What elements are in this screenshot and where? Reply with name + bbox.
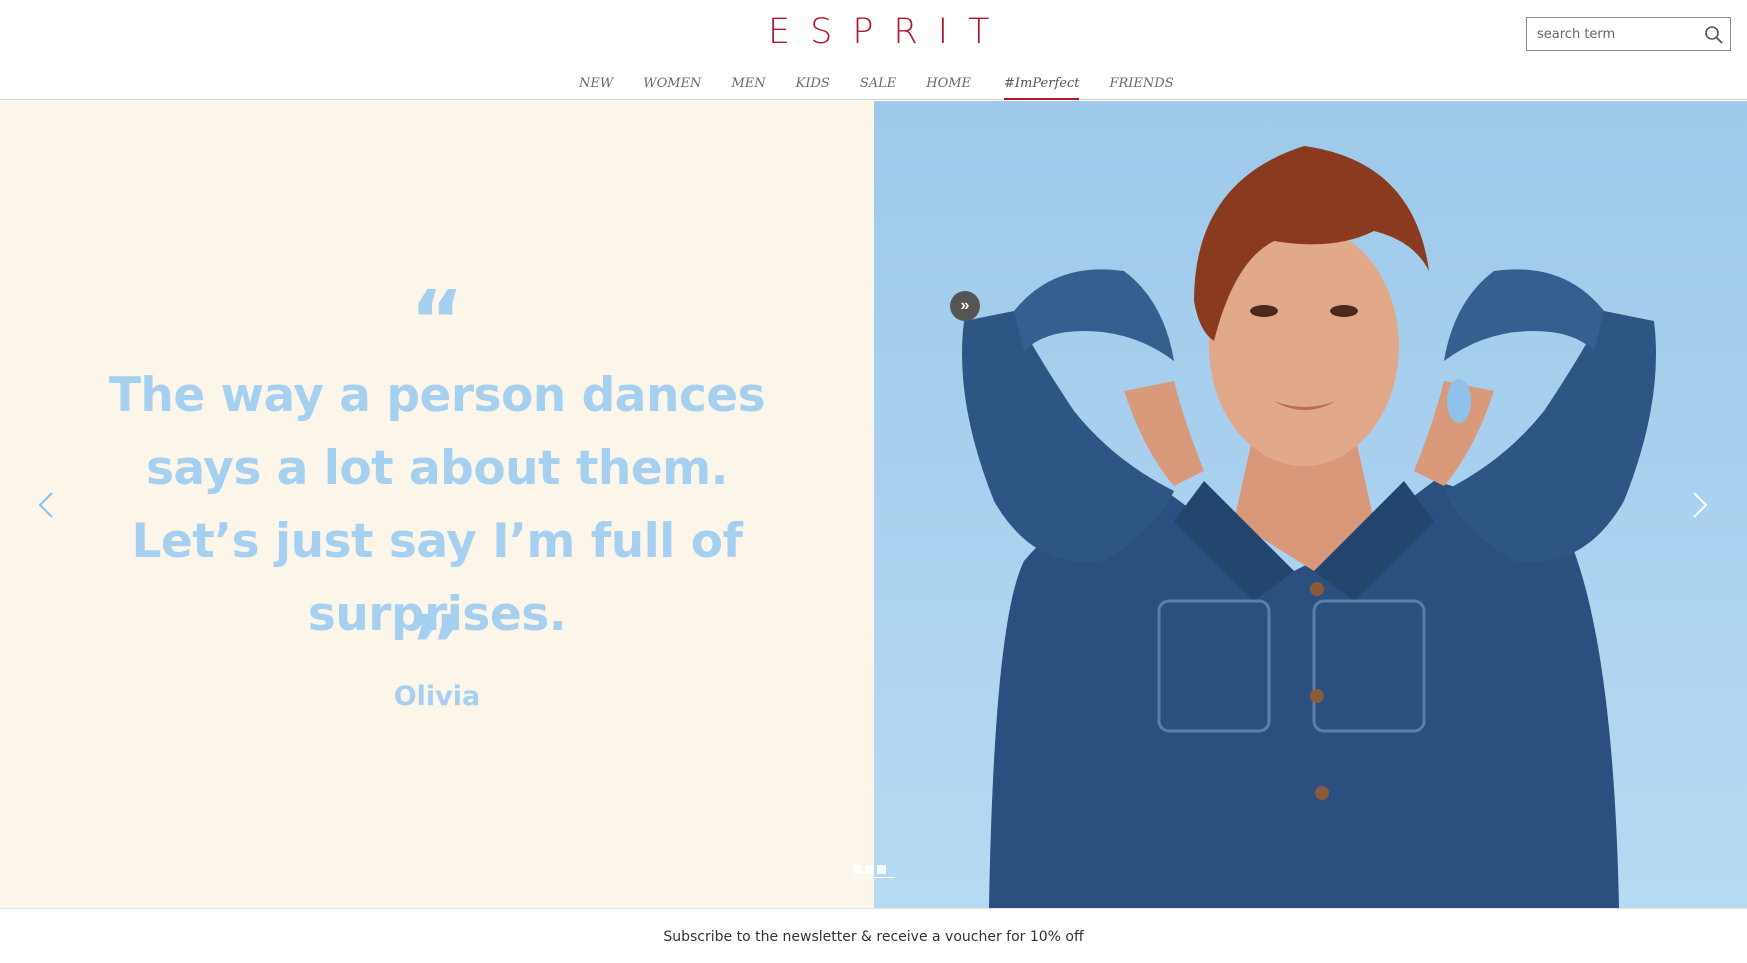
quote-panel: “ The way a person dances says a lot abo… xyxy=(0,101,874,908)
quote-author: Olivia xyxy=(393,681,481,712)
open-quote-mark: “ xyxy=(410,274,464,369)
carousel-prev-button[interactable] xyxy=(32,485,62,525)
nav-item-imperfect[interactable]: #ImPerfect xyxy=(1004,73,1080,100)
hero-carousel: “ The way a person dances says a lot abo… xyxy=(0,101,1747,908)
carousel-next-button[interactable] xyxy=(1684,485,1714,525)
close-quote-mark: ” xyxy=(410,599,464,694)
chevron-left-icon xyxy=(38,492,53,518)
esprit-logo[interactable]: ESPRIT xyxy=(768,12,1009,52)
search-box[interactable] xyxy=(1526,17,1731,51)
carousel-dot-3[interactable] xyxy=(877,865,886,874)
search-input[interactable] xyxy=(1527,18,1702,50)
nav-item-sale[interactable]: SALE xyxy=(860,73,896,100)
nav-item-home[interactable]: HOME xyxy=(926,73,971,100)
nav-item-new[interactable]: NEW xyxy=(579,73,613,100)
play-video-button[interactable]: » xyxy=(950,291,980,321)
nav-item-friends[interactable]: FRIENDS xyxy=(1109,73,1173,100)
carousel-indicator-underline xyxy=(853,877,895,878)
chevron-right-icon xyxy=(1693,492,1708,518)
model-photo xyxy=(962,146,1656,908)
hero-image[interactable] xyxy=(874,101,1747,908)
search-icon[interactable] xyxy=(1704,25,1724,45)
newsletter-link[interactable]: Subscribe to the newsletter & receive a … xyxy=(0,929,1747,945)
nav-item-men[interactable]: MEN xyxy=(731,73,765,100)
carousel-dot-2[interactable] xyxy=(865,865,874,874)
nav-item-women[interactable]: WOMEN xyxy=(643,73,701,100)
nav-item-kids[interactable]: KIDS xyxy=(796,73,830,100)
carousel-indicators xyxy=(853,865,886,874)
newsletter-bar: Subscribe to the newsletter & receive a … xyxy=(0,908,1747,963)
site-header: ESPRIT NEW WOMEN MEN KIDS SALE HOME #ImP… xyxy=(0,0,1747,100)
carousel-dot-1[interactable] xyxy=(853,865,862,874)
